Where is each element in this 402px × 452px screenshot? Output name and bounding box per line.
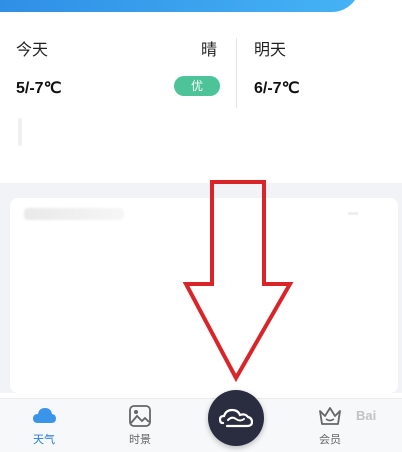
center-action-button[interactable] <box>208 390 264 446</box>
tab-membership-label: 会员 <box>319 434 341 446</box>
tab-scenes[interactable]: 时景 <box>110 403 170 451</box>
tab-membership[interactable]: 会员 <box>300 403 360 451</box>
watermark: Bai <box>356 408 377 423</box>
cloud-icon <box>33 408 56 423</box>
crown-icon <box>319 407 341 425</box>
bottom-navigation: 天气 时景 会员 <box>0 398 402 452</box>
cloud-swirl-icon <box>219 408 253 428</box>
image-icon <box>129 405 151 427</box>
tab-weather-label: 天气 <box>33 434 55 446</box>
tab-scenes-label: 时景 <box>129 434 151 446</box>
down-arrow-annotation <box>182 180 294 383</box>
tab-weather[interactable]: 天气 <box>14 403 74 451</box>
